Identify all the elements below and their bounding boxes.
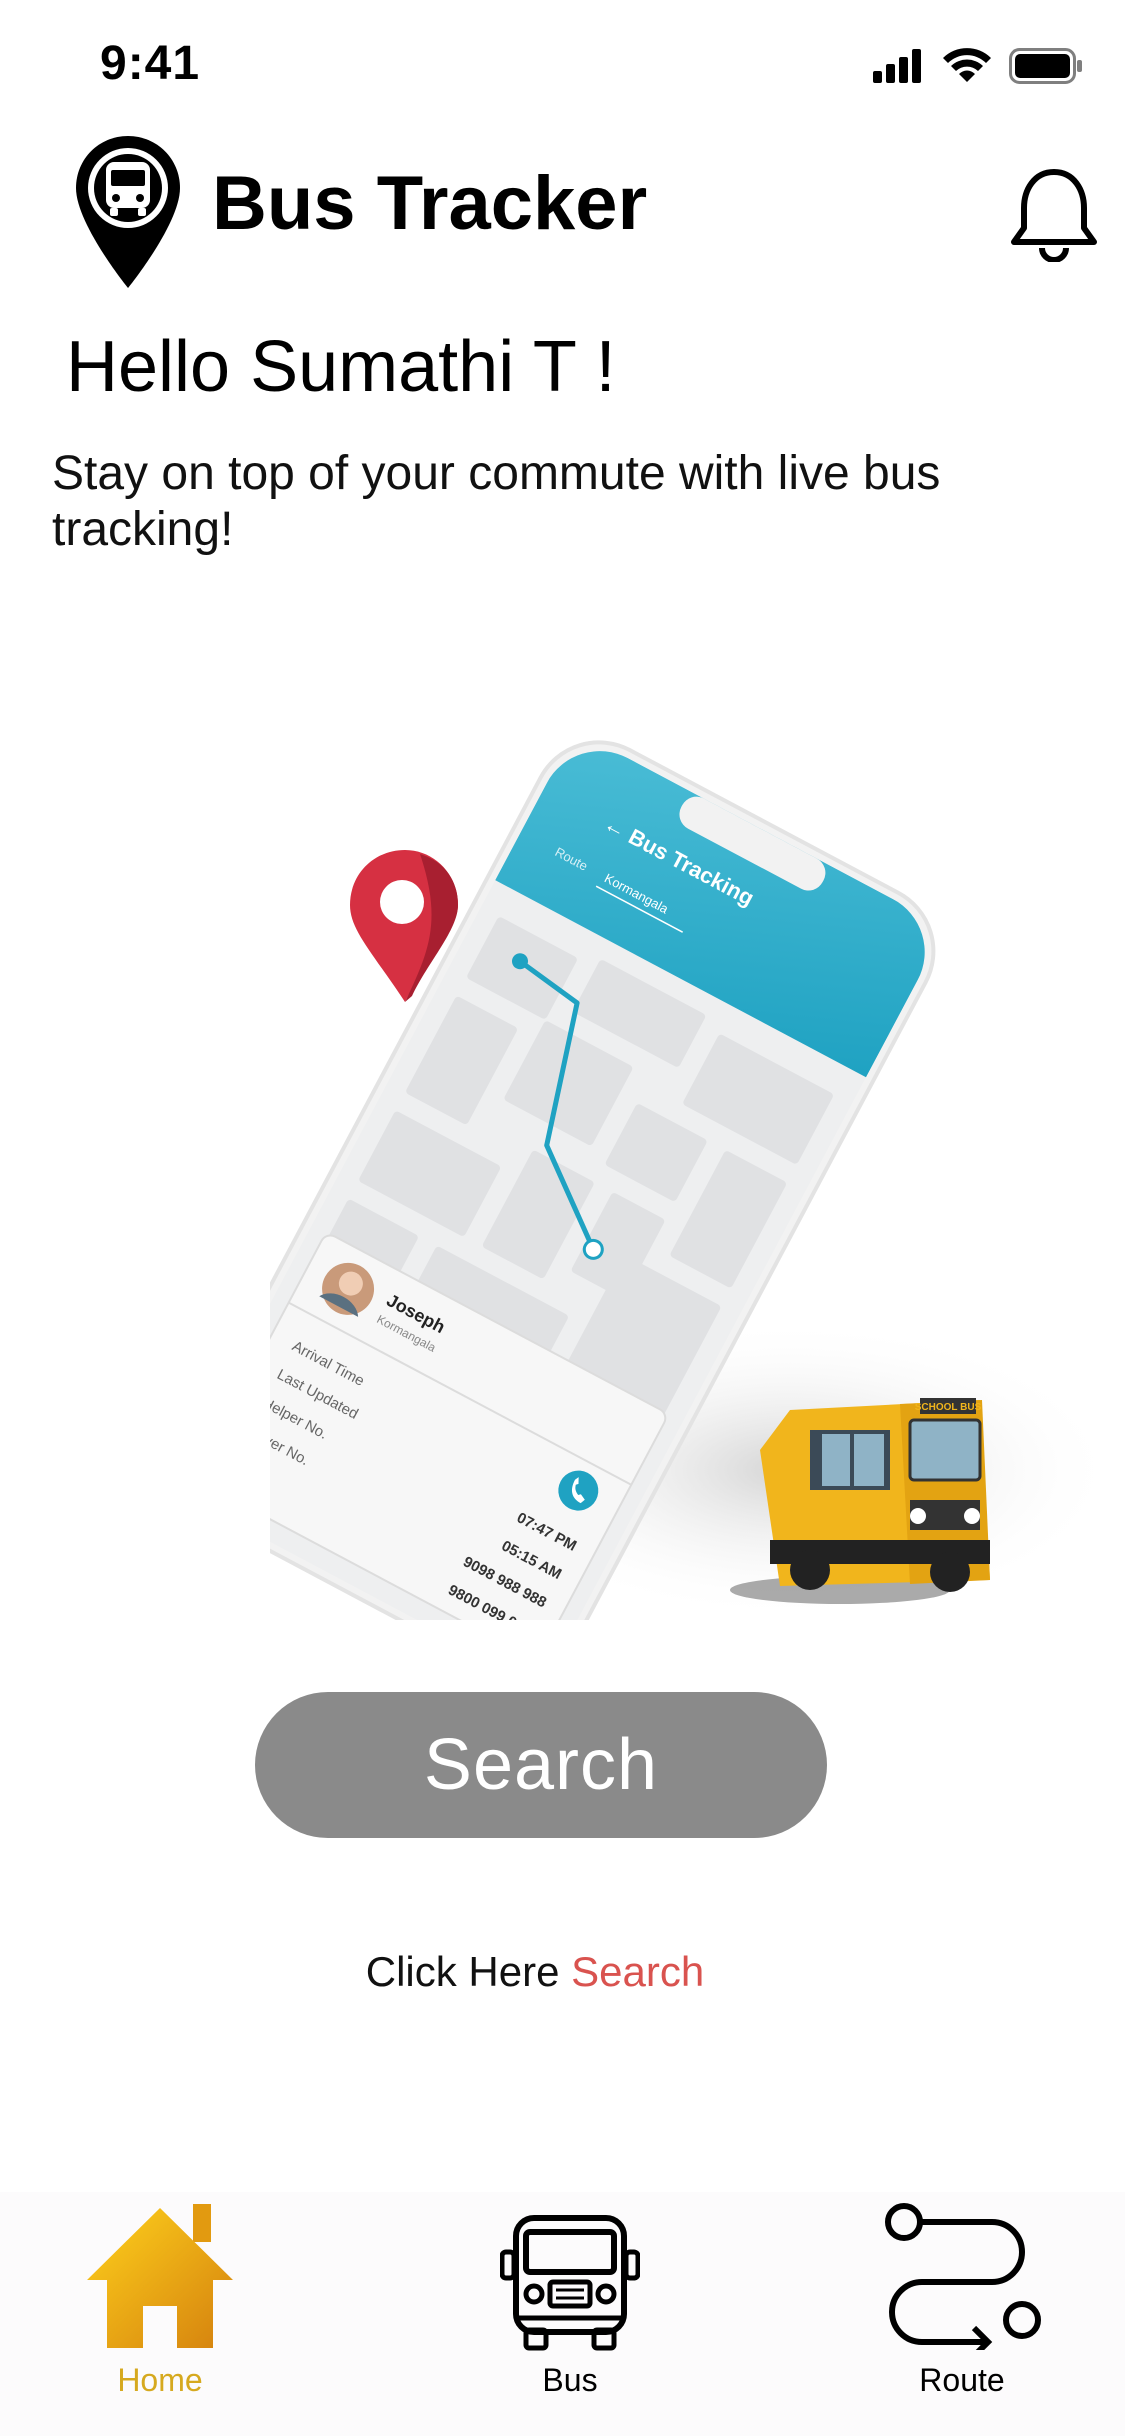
search-prompt-text: Click Here: [365, 1948, 572, 1995]
bus-icon: [500, 2215, 640, 2351]
home-screen: 9:41 Bus Tracker Hello Sumathi T ! Stay …: [0, 0, 1125, 2436]
search-button[interactable]: Search: [255, 1692, 827, 1838]
wifi-icon: [943, 48, 991, 82]
nav-item-bus[interactable]: Bus: [460, 2192, 680, 2436]
subtitle-text: Stay on top of your commute with live bu…: [52, 447, 941, 556]
battery-icon: [1009, 48, 1082, 84]
status-icons: [873, 48, 1083, 84]
cellular-signal-icon: [873, 49, 921, 83]
nav-label-bus: Bus: [542, 2362, 598, 2398]
nav-item-route[interactable]: Route: [852, 2192, 1072, 2436]
bottom-nav: Home Bus Route: [0, 2192, 1125, 2436]
app-title: Bus Tracker: [212, 161, 648, 246]
nav-item-home[interactable]: Home: [50, 2192, 270, 2436]
greeting-text: Hello Sumathi T !: [66, 327, 616, 407]
nav-label-home: Home: [117, 2362, 203, 2398]
bus-sign: SCHOOL BUS: [915, 1402, 982, 1413]
status-bar: 9:41: [0, 0, 1125, 130]
notification-bell-icon[interactable]: [1008, 166, 1100, 262]
bus-pin-logo-icon: [76, 136, 180, 288]
bus-tracking-illustration: ← Bus Tracking Route Kormangala Joseph K…: [270, 730, 1110, 1620]
home-icon: [87, 2204, 233, 2348]
route-icon: [885, 2203, 1041, 2350]
search-link[interactable]: Search: [571, 1948, 704, 1995]
search-prompt: Click Here Search: [0, 1948, 1070, 1996]
nav-label-route: Route: [919, 2362, 1005, 2398]
status-time: 9:41: [100, 37, 201, 90]
